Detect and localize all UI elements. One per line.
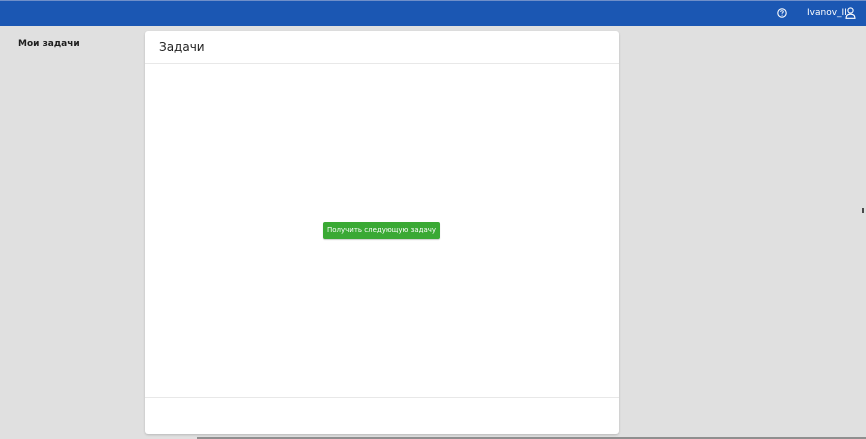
sidebar-item-my-tasks[interactable]: Мои задачи: [18, 38, 80, 50]
tasks-card: Задачи Получить следующую задачу: [145, 31, 619, 434]
help-icon[interactable]: [777, 8, 787, 18]
user-icon[interactable]: [845, 7, 856, 19]
page-title: Задачи: [159, 40, 205, 54]
top-app-bar: Ivanov_II: [0, 0, 866, 26]
window-edge-mark: [862, 208, 864, 213]
user-name[interactable]: Ivanov_II: [807, 7, 847, 19]
get-next-task-button[interactable]: Получить следующую задачу: [323, 222, 440, 239]
card-footer-divider: [145, 397, 619, 398]
card-header: Задачи: [145, 31, 619, 64]
